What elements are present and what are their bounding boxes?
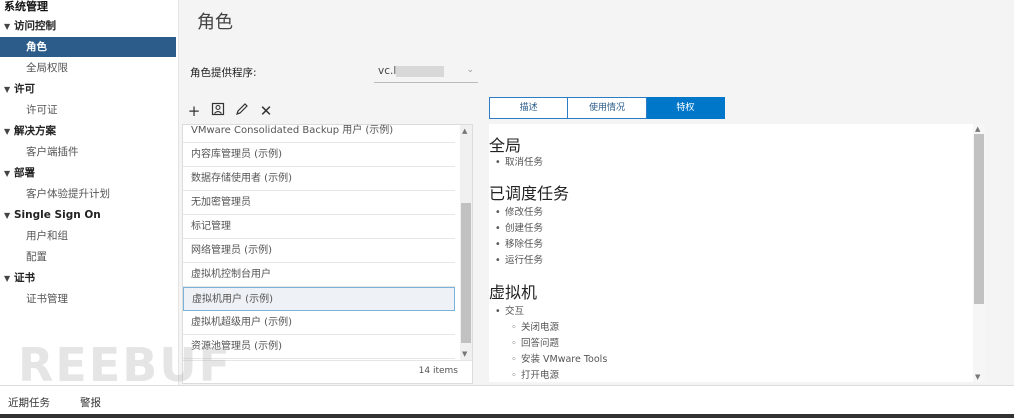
tab-usage[interactable]: 使用情况 [568,97,647,119]
page-title: 角色 [197,12,233,33]
edit-pencil-icon[interactable] [234,102,250,120]
scroll-up-icon[interactable]: ▲ [462,127,467,135]
sidebar-group-solutions[interactable]: ▼ 解决方案 [0,121,176,141]
list-item[interactable]: 虚拟机控制台用户 [183,263,455,287]
privilege-item: • 修改任务 [495,207,544,218]
caret-down-icon: ▼ [4,22,11,31]
detail-scrollbar[interactable]: ▲ ▼ [973,124,985,382]
sidebar-group-licensing[interactable]: ▼ 许可 [0,79,176,99]
scrollbar-thumb[interactable] [461,203,471,343]
scroll-up-icon[interactable]: ▲ [975,125,980,133]
sidebar-item-label: 解决方案 [14,125,56,137]
sidebar-group-sso[interactable]: ▼ Single Sign On [0,205,176,225]
privilege-item: • 交互 [495,306,525,317]
tab-privileges[interactable]: 特权 [646,97,725,119]
caret-down-icon: ▼ [4,85,11,94]
item-count: 14 items [418,366,458,376]
sidebar-item-label: 配置 [26,251,47,263]
list-item[interactable]: 无加密管理员 [183,191,455,215]
section-heading: 已调度任务 [489,184,570,203]
scrollbar-thumb[interactable] [974,134,984,304]
list-item[interactable]: 内容库管理员 (示例) [183,143,455,167]
sidebar-item-licenses[interactable]: 许可证 [0,100,176,120]
sidebar-item-label: 客户端插件 [26,146,79,158]
sidebar-item-label: 许可证 [26,104,58,116]
tab-recent-tasks[interactable]: 近期任务 [8,395,50,410]
scroll-down-icon[interactable]: ▼ [975,373,980,381]
detail-tabs: 描述 使用情况 特权 [489,97,725,119]
section-heading: 虚拟机 [489,283,538,302]
sidebar-item-users-groups[interactable]: 用户和组 [0,226,176,246]
sidebar-item-label: 访问控制 [14,20,56,32]
list-item[interactable]: 虚拟机超级用户 (示例) [183,311,455,335]
section-heading: 全局 [489,136,522,155]
bottom-bar: 近期任务 警报 [0,385,1014,418]
sidebar: 系统管理 ▼ 访问控制 角色 全局权限 ▼ 许可 许可证 ▼ 解决方案 客户端插件 ▼… [0,0,179,385]
bottom-divider [0,414,1014,418]
role-provider-label: 角色提供程序: [190,67,257,79]
sidebar-title: 系统管理 [4,0,48,13]
sidebar-item-configuration[interactable]: 配置 [0,247,176,267]
caret-down-icon: ▼ [4,169,11,178]
clone-role-icon[interactable] [210,102,226,120]
privilege-subitem: ◦ 关闭电源 [511,322,560,333]
redacted-hostname [396,66,444,77]
privilege-subitem: ◦ 回答问题 [511,338,560,349]
privileges-detail: 全局 • 取消任务 已调度任务 • 修改任务 • 创建任务 • 移除任务 • 运行任务 虚… [489,124,985,382]
sidebar-item-label: 证书 [14,272,35,284]
add-icon[interactable]: + [186,102,202,120]
list-item[interactable]: 标记管理 [183,215,455,239]
sidebar-group-certificates[interactable]: ▼ 证书 [0,268,176,288]
delete-x-icon[interactable]: ✕ [258,102,274,120]
sidebar-item-label: 部署 [14,167,35,179]
sidebar-item-label: Single Sign On [14,209,101,221]
main-panel: 角色 角色提供程序: vc.l ⌄ + ✕ VMware Consolidate… [179,0,1014,385]
chevron-down-icon: ⌄ [466,65,474,75]
sidebar-item-ceip[interactable]: 客户体验提升计划 [0,184,176,204]
sidebar-item-certificate-management[interactable]: 证书管理 [0,289,176,309]
sidebar-group-deployment[interactable]: ▼ 部署 [0,163,176,183]
sidebar-group-access-control[interactable]: ▼ 访问控制 [0,16,176,36]
privilege-item: • 取消任务 [495,157,544,168]
list-item-selected[interactable]: 虚拟机用户 (示例) [183,287,455,311]
role-provider-value: vc.l [378,65,397,77]
sidebar-item-label: 客户体验提升计划 [26,188,110,200]
privilege-subitem: ◦ 安装 VMware Tools [511,354,608,365]
scroll-down-icon[interactable]: ▼ [462,350,467,358]
sidebar-item-label: 证书管理 [26,293,68,305]
caret-down-icon: ▼ [4,211,11,220]
watermark: REEBUF [18,338,233,392]
privilege-item: • 创建任务 [495,223,544,234]
privilege-item: • 运行任务 [495,255,544,266]
tab-description[interactable]: 描述 [489,97,569,119]
sidebar-item-label: 角色 [26,41,47,53]
sidebar-item-label: 许可 [14,83,35,95]
privilege-subitem: ◦ 打开电源 [511,370,560,381]
sidebar-item-client-plugins[interactable]: 客户端插件 [0,142,176,162]
list-item[interactable]: 网络管理员 (示例) [183,239,455,263]
caret-down-icon: ▼ [4,274,11,283]
list-item[interactable]: VMware Consolidated Backup 用户 (示例) [183,119,455,143]
sidebar-item-global-permissions[interactable]: 全局权限 [0,58,176,78]
sidebar-item-label: 用户和组 [26,230,68,242]
list-item[interactable]: 数据存储使用者 (示例) [183,167,455,191]
privilege-item: • 移除任务 [495,239,544,250]
role-provider-select[interactable]: vc.l ⌄ [374,62,478,83]
tab-alarms[interactable]: 警报 [80,395,101,410]
sidebar-item-roles[interactable]: 角色 [0,37,176,57]
sidebar-item-label: 全局权限 [26,62,68,74]
caret-down-icon: ▼ [4,127,11,136]
roles-list-scrollbar[interactable]: ▲ ▼ [460,125,472,360]
